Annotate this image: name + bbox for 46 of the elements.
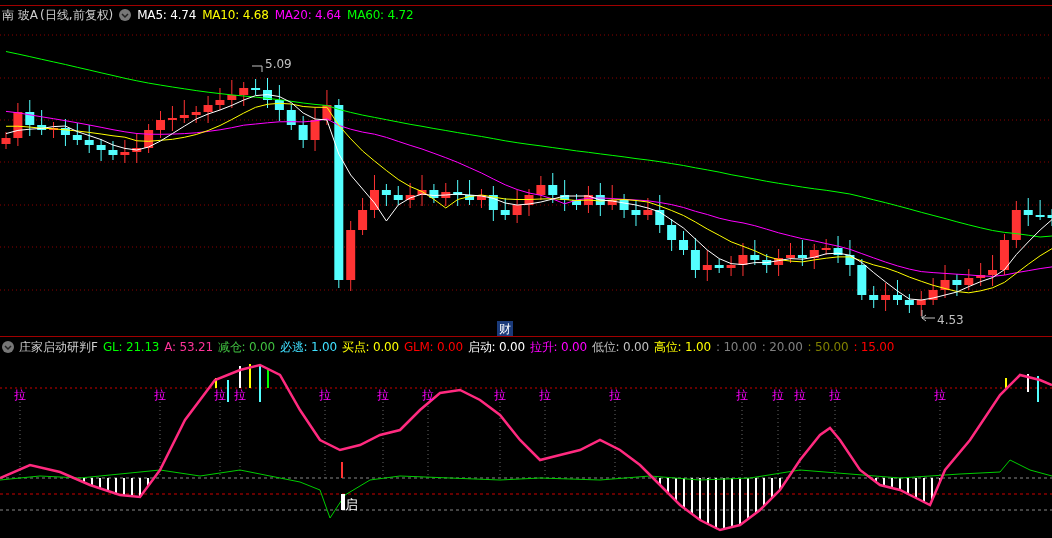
pull-marker: 拉: [494, 388, 506, 402]
pull-marker: 拉: [214, 388, 226, 402]
pull-marker: 拉: [319, 388, 331, 402]
leader-line: [921, 309, 936, 322]
low-price-label: 4.53: [937, 313, 964, 327]
period-label: (日线,前复权): [40, 6, 114, 24]
leader-line: [251, 65, 263, 73]
moving-average-value: MA60: 4.72: [347, 8, 414, 22]
moving-average-value: MA20: 4.64: [274, 8, 342, 22]
pull-marker: 拉: [234, 388, 246, 402]
indicator-value: : 20.00: [761, 340, 803, 354]
pull-marker: 拉: [14, 388, 26, 402]
pull-marker: 拉: [377, 388, 389, 402]
pull-marker: 拉: [794, 388, 806, 402]
moving-average-value: MA10: 4.68: [202, 8, 269, 22]
indicator-value: GLM: 0.00: [403, 340, 463, 354]
indicator-value: 启动: 0.00: [468, 338, 525, 356]
indicator-value: 减仓: 0.00: [217, 338, 275, 356]
pull-marker: 拉: [934, 388, 946, 402]
indicator-value: : 15.00: [853, 340, 895, 354]
pull-marker: 拉: [772, 388, 784, 402]
dropdown-icon[interactable]: [119, 9, 132, 21]
indicator-value: : 50.00: [807, 340, 849, 354]
indicator-value: 买点: 0.00: [341, 338, 399, 356]
start-marker: 启: [345, 497, 358, 512]
indicator-value: 低位: 0.00: [591, 338, 649, 356]
indicator-value: 高位: 1.00: [653, 338, 711, 356]
indicator-value: A: 53.21: [164, 340, 213, 354]
start-marker-bar: [341, 494, 345, 510]
indicator-value: 必逃: 1.00: [279, 338, 337, 356]
indicator-value: : 10.00: [715, 340, 757, 354]
moving-average-value: MA5: 4.74: [137, 8, 197, 22]
indicator-name: 庄家启动研判F: [19, 338, 98, 356]
pull-marker: 拉: [154, 388, 166, 402]
indicator-value: 拉升: 0.00: [530, 338, 587, 356]
finance-marker-background: [497, 321, 513, 336]
high-price-label: 5.09: [265, 57, 292, 71]
pull-marker: 拉: [609, 388, 621, 402]
indicator-value: GL: 21.13: [102, 340, 160, 354]
pull-marker: 拉: [539, 388, 551, 402]
stock-name: 南 玻A: [2, 6, 39, 24]
pull-marker: 拉: [736, 388, 748, 402]
finance-marker[interactable]: 财: [499, 322, 511, 336]
pull-marker: 拉: [829, 388, 841, 402]
pull-marker: 拉: [422, 388, 434, 402]
dropdown-icon[interactable]: [2, 341, 14, 353]
